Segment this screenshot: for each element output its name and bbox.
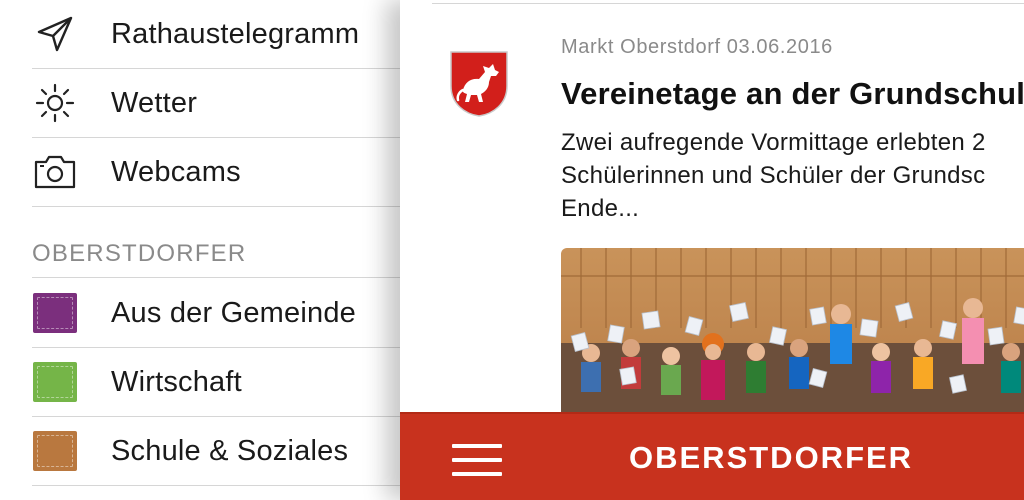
bottom-bar: OBERSTDORFER [400, 412, 1024, 500]
municipal-crest-horse-icon [449, 50, 509, 118]
menu-item-label: Wetter [111, 86, 198, 119]
category-swatch [33, 431, 77, 471]
menu-item-wetter[interactable]: Wetter [32, 69, 400, 138]
menu-item-webcams[interactable]: Webcams [32, 138, 400, 207]
category-color-icon [32, 290, 78, 336]
menu-item-schule-soziales[interactable]: Schule & Soziales [32, 417, 400, 486]
article-teaser: Zwei aufregende Vormittage erlebten 2 Sc… [561, 126, 1024, 225]
main-panel: Markt Oberstdorf 03.06.2016 Vereinetage … [400, 0, 1024, 500]
camera-icon [32, 149, 78, 195]
teaser-line: Zwei aufregende Vormittage erlebten 2 [561, 129, 986, 156]
menu-item-rathaustelegramm[interactable]: Rathaustelegramm [32, 0, 400, 69]
menu-item-label: Wirtschaft [111, 365, 242, 398]
paper-plane-icon [32, 11, 78, 57]
teaser-line: Schülerinnen und Schüler der Grundsc [561, 162, 986, 189]
menu-item-aus-der-gemeinde[interactable]: Aus der Gemeinde [32, 279, 400, 348]
side-menu: Rathaustelegramm Wetter Webcams OBERSTDO… [0, 0, 400, 500]
divider [432, 3, 1024, 4]
menu-item-label: Aus der Gemeinde [111, 296, 356, 329]
category-color-icon [32, 359, 78, 405]
hamburger-menu-icon[interactable] [452, 444, 502, 478]
article-title[interactable]: Vereinetage an der Grundschul [561, 76, 1024, 112]
menu-item-label: Rathaustelegramm [111, 17, 360, 50]
menu-item-label: Schule & Soziales [111, 434, 349, 467]
teaser-line: Ende... [561, 195, 640, 222]
article-photo[interactable] [561, 248, 1024, 418]
sun-icon [32, 80, 78, 126]
category-swatch [33, 293, 77, 333]
brand-title: OBERSTDORFER [629, 440, 914, 475]
menu-item-label: Webcams [111, 155, 241, 188]
section-header-oberstdorfer: OBERSTDORFER [32, 236, 400, 278]
category-swatch [33, 362, 77, 402]
category-color-icon [32, 428, 78, 474]
article-meta: Markt Oberstdorf 03.06.2016 [561, 36, 833, 58]
section-title: OBERSTDORFER [32, 240, 247, 267]
menu-item-wirtschaft[interactable]: Wirtschaft [32, 348, 400, 417]
